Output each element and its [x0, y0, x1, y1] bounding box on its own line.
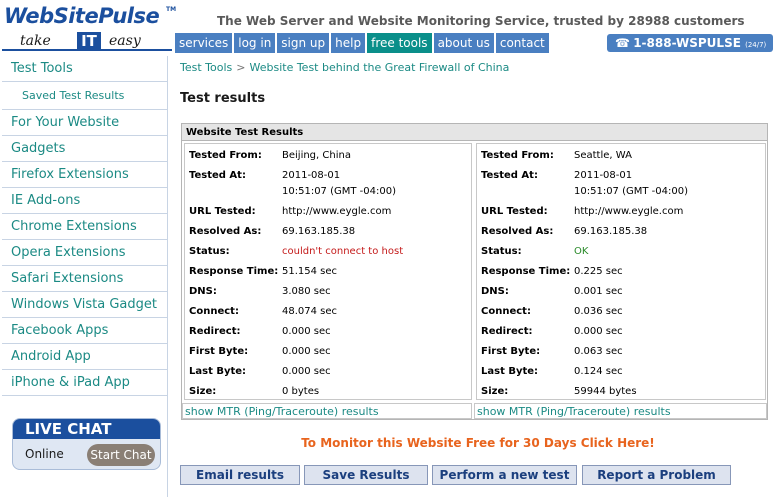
save-results-button[interactable]: Save Results — [304, 465, 428, 485]
result-value: 0.225 sec — [574, 266, 623, 277]
result-value: 59944 bytes — [574, 386, 637, 397]
result-value: 51.154 sec — [282, 266, 338, 277]
result-label: Tested At: — [189, 170, 246, 181]
nav-log-in[interactable]: log in — [234, 33, 276, 53]
result-label: Response Time: — [481, 266, 571, 277]
result-value: 0.063 sec — [574, 346, 623, 357]
result-value: 0.124 sec — [574, 366, 623, 377]
sidebar-item-firefox-extensions[interactable]: Firefox Extensions — [2, 162, 168, 188]
results-heading: Website Test Results — [182, 124, 767, 141]
mtr-link-beijing[interactable]: show MTR (Ping/Traceroute) results — [182, 403, 472, 419]
breadcrumb: Test Tools > Website Test behind the Great… — [180, 61, 509, 74]
mtr-link-seattle[interactable]: show MTR (Ping/Traceroute) results — [474, 403, 767, 419]
tagline-underline — [2, 49, 172, 51]
result-label: First Byte: — [481, 346, 541, 357]
result-value: 69.163.185.38 — [574, 226, 648, 237]
result-value: 3.080 sec — [282, 286, 331, 297]
phone-number: 1-888-WSPULSE — [633, 36, 741, 50]
sidebar-item-opera-extensions[interactable]: Opera Extensions — [2, 240, 168, 266]
nav-contact[interactable]: contact — [495, 33, 549, 53]
result-label: First Byte: — [189, 346, 249, 357]
result-label: Response Time: — [189, 266, 279, 277]
sidebar-item-gadgets[interactable]: Gadgets — [2, 136, 168, 162]
result-value: Beijing, China — [282, 150, 351, 161]
result-value: 10:51:07 (GMT -04:00) — [574, 186, 688, 197]
sidebar-item-for-your-website[interactable]: For Your Website — [2, 110, 168, 136]
result-label: DNS: — [189, 286, 217, 297]
sidebar-item-chrome-extensions[interactable]: Chrome Extensions — [2, 214, 168, 240]
result-value: 0.001 sec — [574, 286, 623, 297]
result-value: 0.000 sec — [282, 366, 331, 377]
logo-trademark: TM — [166, 6, 177, 13]
live-chat-title: LIVE CHAT — [13, 419, 160, 439]
result-label: URL Tested: — [189, 206, 256, 217]
sidebar-item-facebook-apps[interactable]: Facebook Apps — [2, 318, 168, 344]
result-value: 0.000 sec — [282, 346, 331, 357]
result-label: Size: — [189, 386, 217, 397]
sidebar-item-iphone-ipad-app[interactable]: iPhone & iPad App — [2, 370, 168, 396]
status-value: OK — [574, 246, 589, 257]
main-nav: services log in sign up help free tools … — [175, 33, 551, 53]
result-value: 0.000 sec — [574, 326, 623, 337]
result-label: Resolved As: — [189, 226, 262, 237]
result-label: Connect: — [481, 306, 531, 317]
result-value: 2011-08-01 — [574, 170, 633, 181]
result-value: http://www.eygle.com — [282, 206, 392, 217]
result-label: Tested From: — [481, 150, 554, 161]
result-value: http://www.eygle.com — [574, 206, 684, 217]
results-column-seattle: Tested From: Seattle, WA Tested At: 2011-0… — [476, 143, 766, 400]
result-value: 2011-08-01 — [282, 170, 341, 181]
result-value: 0 bytes — [282, 386, 320, 397]
sidebar-item-test-tools[interactable]: Test Tools — [2, 56, 168, 82]
nav-help[interactable]: help — [331, 33, 366, 53]
result-label: Last Byte: — [481, 366, 539, 377]
breadcrumb-separator: > — [236, 61, 246, 74]
nav-about-us[interactable]: about us — [433, 33, 494, 53]
result-value: 48.074 sec — [282, 306, 338, 317]
result-label: Tested At: — [481, 170, 538, 181]
result-value: 0.000 sec — [282, 326, 331, 337]
result-label: URL Tested: — [481, 206, 548, 217]
result-label: Redirect: — [481, 326, 533, 337]
live-chat-status: Online — [25, 447, 64, 461]
sidebar-item-saved-test-results[interactable]: Saved Test Results — [2, 82, 168, 110]
result-label: DNS: — [481, 286, 509, 297]
result-label: Last Byte: — [189, 366, 247, 377]
phone-number-badge[interactable]: ☎ 1-888-WSPULSE (24/7) — [607, 34, 773, 52]
nav-services[interactable]: services — [175, 33, 233, 53]
phone-hours: (24/7) — [745, 41, 767, 49]
result-label: Resolved As: — [481, 226, 554, 237]
breadcrumb-current[interactable]: Website Test behind the Great Firewall o… — [249, 61, 509, 74]
report-problem-button[interactable]: Report a Problem — [582, 465, 731, 485]
results-panel: Website Test Results Tested From: Beijing… — [181, 123, 768, 420]
result-label: Tested From: — [189, 150, 262, 161]
header-headline: The Web Server and Website Monitoring Se… — [217, 14, 745, 28]
sidebar-item-android-app[interactable]: Android App — [2, 344, 168, 370]
sidebar-item-ie-add-ons[interactable]: IE Add-ons — [2, 188, 168, 214]
result-label: Redirect: — [189, 326, 241, 337]
email-results-button[interactable]: Email results — [180, 465, 300, 485]
phone-icon: ☎ — [615, 36, 630, 50]
sidebar-item-safari-extensions[interactable]: Safari Extensions — [2, 266, 168, 292]
results-column-beijing: Tested From: Beijing, China Tested At: 201… — [184, 143, 472, 400]
nav-free-tools[interactable]: free tools — [367, 33, 432, 53]
start-chat-button[interactable]: Start Chat — [87, 444, 155, 466]
result-value: 69.163.185.38 — [282, 226, 356, 237]
breadcrumb-test-tools[interactable]: Test Tools — [180, 61, 232, 74]
result-value: 0.036 sec — [574, 306, 623, 317]
logo-text: WebSitePulse — [4, 4, 160, 28]
result-label: Status: — [481, 246, 522, 257]
live-chat-widget: LIVE CHAT Online Start Chat — [12, 418, 161, 470]
result-value: Seattle, WA — [574, 150, 632, 161]
nav-sign-up[interactable]: sign up — [277, 33, 330, 53]
monitor-free-link[interactable]: To Monitor this Website Free for 30 Days… — [180, 436, 776, 450]
result-label: Connect: — [189, 306, 239, 317]
result-value: 10:51:07 (GMT -04:00) — [282, 186, 396, 197]
status-value: couldn't connect to host — [282, 246, 404, 257]
sidebar-item-windows-vista-gadget[interactable]: Windows Vista Gadget — [2, 292, 168, 318]
new-test-button[interactable]: Perform a new test — [432, 465, 577, 485]
result-label: Size: — [481, 386, 509, 397]
page-title: Test results — [180, 91, 266, 106]
result-label: Status: — [189, 246, 230, 257]
